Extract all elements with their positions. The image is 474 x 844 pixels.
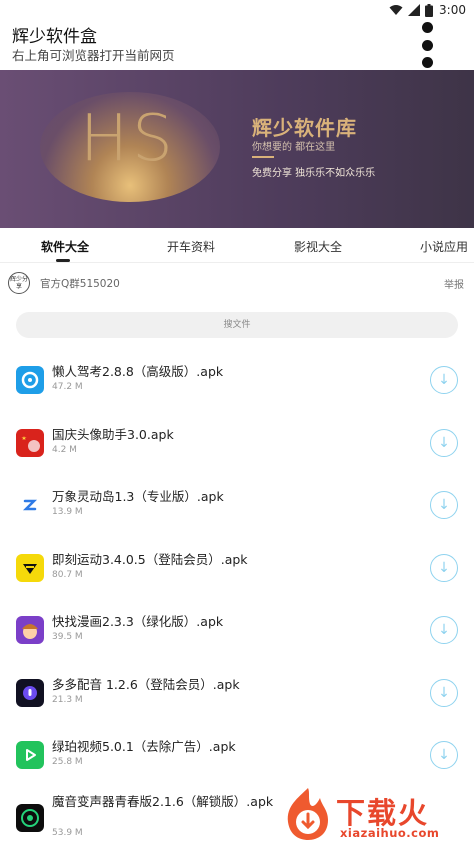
national-day-avatar-app-icon [16, 428, 44, 457]
wifi-icon [389, 5, 403, 15]
flame-logo-icon [287, 788, 328, 840]
tab-novels[interactable]: 小说应用 [420, 238, 468, 255]
tab-resources[interactable]: 开车资料 [167, 238, 215, 255]
file-name: 快找漫画2.3.3（绿化版）.apk [52, 614, 224, 629]
file-size: 4.2 M [52, 444, 77, 455]
file-name: 万象灵动岛1.3（专业版）.apk [52, 489, 224, 504]
download-icon[interactable]: ↓ [430, 491, 458, 519]
list-item[interactable]: 即刻运动3.4.0.5（登陆会员）.apk 80.7 M ↓ [0, 538, 474, 601]
app-title: 辉少软件盒 [12, 27, 97, 47]
file-size: 53.9 M [52, 827, 83, 838]
report-link[interactable]: 举报 [444, 276, 464, 291]
app-subtitle: 右上角可浏览器打开当前网页 [12, 48, 175, 63]
dubbing-app-icon [16, 678, 44, 707]
file-size: 39.5 M [52, 632, 83, 642]
comic-app-icon [16, 616, 44, 644]
file-name: 多多配音 1.2.6（登陆会员）.apk [52, 676, 240, 692]
tab-videos[interactable]: 影视大全 [294, 238, 342, 255]
driving-test-app-icon [16, 366, 44, 394]
tab-software[interactable]: 软件大全 [41, 238, 89, 255]
watermark: 下载火 xiazaihuo.com [282, 784, 474, 844]
battery-icon [425, 3, 434, 17]
download-icon[interactable]: ↓ [430, 678, 458, 707]
file-size: 25.8 M [52, 757, 83, 767]
sport-app-icon [16, 553, 44, 582]
download-icon[interactable]: ↓ [430, 366, 458, 394]
file-name: 即刻运动3.4.0.5（登陆会员）.apk [52, 551, 248, 567]
category-tabs: 软件大全 开车资料 影视大全 小说应用 [0, 228, 474, 263]
download-icon[interactable]: ↓ [430, 553, 458, 582]
voice-changer-app-icon [16, 803, 44, 832]
file-name: 懒人驾考2.8.8（高级版）.apk [52, 364, 224, 379]
watermark-url: xiazaihuo.com [340, 826, 440, 840]
list-item[interactable]: 万象灵动岛1.3（专业版）.apk 13.9 M ↓ [0, 475, 474, 538]
notice-text: 官方Q群515020 [40, 277, 120, 290]
banner-tagline: 你想要的 都在这里 [252, 142, 336, 153]
notice-logo: 辉少分享 [8, 272, 30, 294]
file-size: 13.9 M [52, 507, 83, 517]
file-size: 21.3 M [52, 694, 83, 705]
banner-name: 辉少软件库 [252, 116, 357, 140]
file-name: 绿珀视频5.0.1（去除广告）.apk [52, 739, 236, 754]
list-item[interactable]: 国庆头像助手3.0.apk 4.2 M ↓ [0, 413, 474, 476]
overflow-menu-icon[interactable] [420, 22, 434, 68]
banner-logo-text: HS [80, 102, 177, 176]
download-icon[interactable]: ↓ [430, 741, 458, 769]
dynamic-island-app-icon [16, 491, 44, 519]
banner-slogan: 免费分享 独乐乐不如众乐乐 [252, 168, 376, 179]
tab-indicator [56, 259, 70, 262]
video-app-icon [16, 741, 44, 769]
search-input[interactable]: 搜文件 [16, 312, 458, 338]
notice-bar: 辉少分享 官方Q群515020 举报 [0, 263, 474, 303]
list-item[interactable]: 懒人驾考2.8.8（高级版）.apk 47.2 M ↓ [0, 350, 474, 413]
status-bar: 3:00 [0, 0, 474, 20]
banner-divider [252, 156, 274, 158]
status-time: 3:00 [439, 3, 466, 17]
app-screen: 3:00 辉少软件盒 右上角可浏览器打开当前网页 HS 辉少软件库 你想要的 都… [0, 0, 474, 844]
app-bar: 辉少软件盒 右上角可浏览器打开当前网页 [0, 20, 474, 70]
file-list: 懒人驾考2.8.8（高级版）.apk 47.2 M ↓ 国庆头像助手3.0.ap… [0, 350, 474, 844]
banner[interactable]: HS 辉少软件库 你想要的 都在这里 免费分享 独乐乐不如众乐乐 [0, 70, 474, 228]
signal-icon [408, 4, 421, 16]
download-icon[interactable]: ↓ [430, 616, 458, 644]
file-name: 国庆头像助手3.0.apk [52, 426, 174, 442]
list-item[interactable]: 快找漫画2.3.3（绿化版）.apk 39.5 M ↓ [0, 600, 474, 663]
download-icon[interactable]: ↓ [430, 428, 458, 457]
list-item[interactable]: 绿珀视频5.0.1（去除广告）.apk 25.8 M ↓ [0, 725, 474, 788]
file-size: 80.7 M [52, 569, 83, 580]
file-size: 47.2 M [52, 382, 83, 392]
list-item[interactable]: 多多配音 1.2.6（登陆会员）.apk 21.3 M ↓ [0, 663, 474, 726]
